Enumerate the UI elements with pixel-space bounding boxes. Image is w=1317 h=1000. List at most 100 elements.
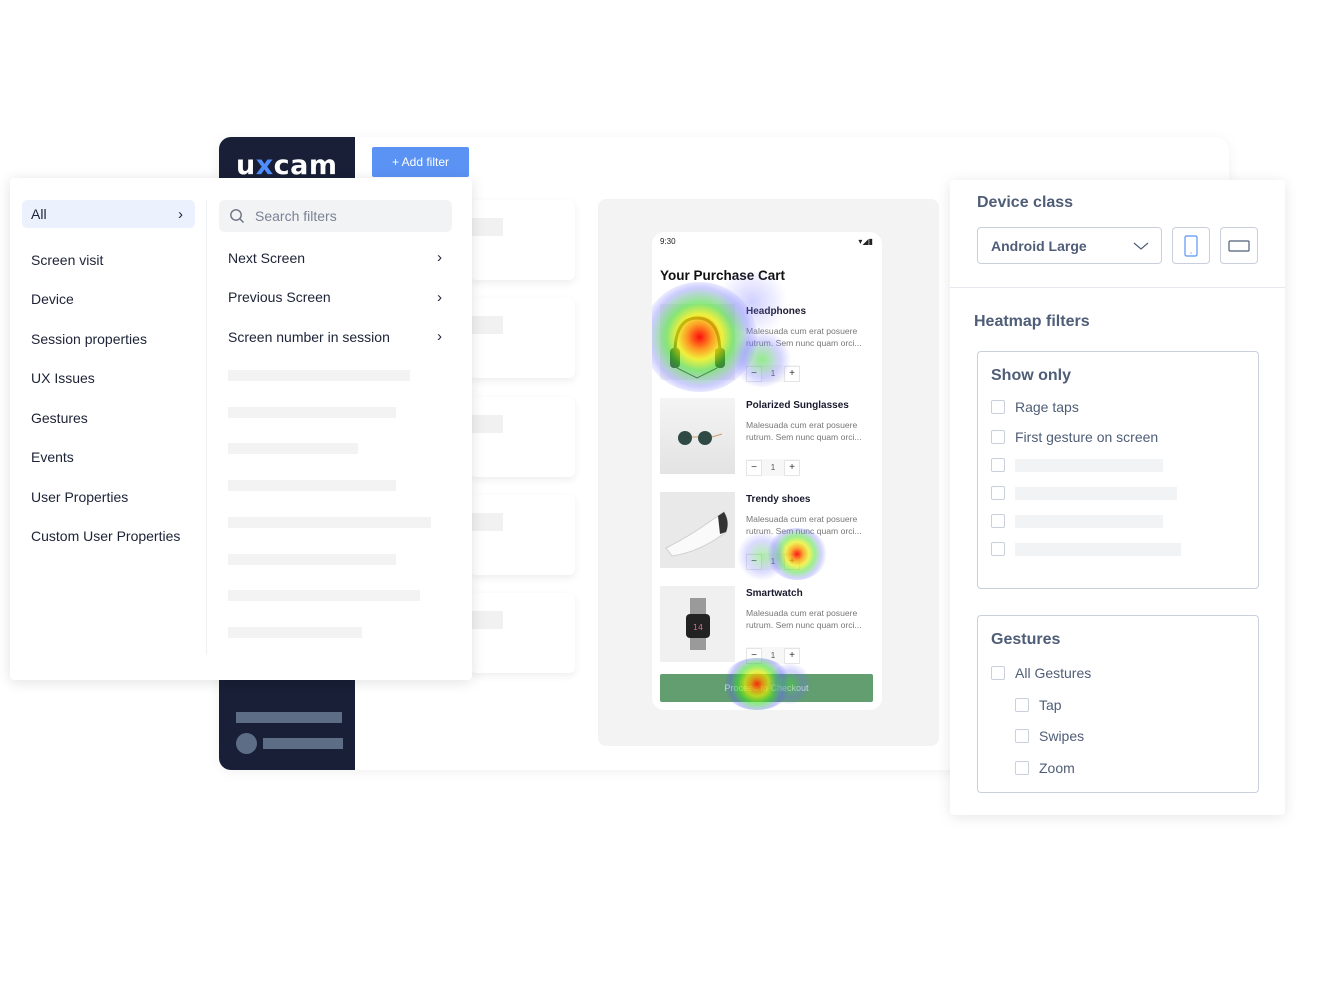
placeholder-option[interactable] (991, 542, 1181, 556)
loading-placeholder (228, 517, 431, 528)
filter-category-gestures[interactable]: Gestures (22, 398, 195, 438)
checkbox[interactable] (991, 514, 1005, 528)
checkbox[interactable] (991, 486, 1005, 500)
tap-option[interactable]: Tap (1015, 697, 1062, 713)
category-label: Device (31, 291, 74, 308)
quantity-value: 1 (770, 463, 776, 472)
session-card-placeholder (470, 200, 575, 280)
shoes-image (660, 492, 735, 568)
option-label: Screen number in session (228, 328, 390, 345)
sunglasses-image (660, 398, 735, 474)
heatmap-settings-panel: Device class Android Large Heatmap filte… (950, 180, 1285, 815)
add-filter-button[interactable]: + Add filter (372, 147, 469, 177)
placeholder-option[interactable] (991, 458, 1163, 472)
cart-item: 14 Smartwatch Malesuada cum erat posuere… (660, 586, 874, 666)
filter-category-ux-issues[interactable]: UX Issues (22, 359, 195, 399)
loading-placeholder (228, 443, 358, 454)
session-card-placeholder (470, 397, 575, 477)
uxcam-logo: uxcam (236, 150, 338, 181)
increment-button[interactable]: + (784, 553, 800, 570)
filter-category-events[interactable]: Events (22, 438, 195, 478)
quantity-stepper: − 1 + (746, 553, 800, 570)
logo-accent: x (255, 150, 274, 181)
filter-category-device[interactable]: Device (22, 280, 195, 320)
option-label: Zoom (1039, 760, 1075, 776)
portrait-orientation-button[interactable] (1172, 227, 1210, 264)
swipes-option[interactable]: Swipes (1015, 728, 1084, 744)
status-time: 9:30 (660, 237, 676, 246)
filter-popup: All › Screen visit Device Session proper… (10, 178, 472, 680)
loading-placeholder (1015, 458, 1163, 472)
cart-item: Headphones Malesuada cum erat posuere ru… (660, 304, 874, 384)
search-field[interactable] (219, 200, 452, 232)
filter-category-all[interactable]: All › (22, 200, 195, 228)
product-description: Malesuada cum erat posuere rutrum. Sem n… (746, 326, 862, 348)
filter-category-screen-visit[interactable]: Screen visit (22, 240, 195, 280)
decrement-button[interactable]: − (746, 365, 762, 382)
filter-category-user-properties[interactable]: User Properties (22, 477, 195, 517)
checkbox[interactable] (991, 400, 1005, 414)
status-icons: ▾◢▮ (858, 237, 873, 246)
gestures-group: Gestures All Gestures Tap Swipes Zoom (977, 615, 1259, 793)
loading-placeholder (228, 590, 420, 601)
search-input[interactable] (255, 208, 435, 224)
session-card-placeholder (470, 495, 575, 575)
filter-category-session-properties[interactable]: Session properties (22, 319, 195, 359)
show-only-group: Show only Rage taps First gesture on scr… (977, 351, 1259, 589)
product-name: Smartwatch (746, 588, 803, 599)
checkbox[interactable] (991, 458, 1005, 472)
device-class-title: Device class (977, 194, 1074, 211)
product-description: Malesuada cum erat posuere rutrum. Sem n… (746, 420, 862, 442)
category-label: All (31, 206, 47, 222)
checkbox[interactable] (1015, 729, 1029, 743)
logo-text: u (236, 150, 256, 181)
filter-option-next-screen[interactable]: Next Screen › (228, 238, 442, 278)
filter-option-previous-screen[interactable]: Previous Screen › (228, 278, 442, 318)
rage-taps-option[interactable]: Rage taps (991, 399, 1079, 415)
heatmap-filters-title: Heatmap filters (974, 313, 1090, 330)
checkbox[interactable] (1015, 761, 1029, 775)
checkbox[interactable] (1015, 698, 1029, 712)
zoom-option[interactable]: Zoom (1015, 760, 1075, 776)
cart-item: Polarized Sunglasses Malesuada cum erat … (660, 398, 874, 478)
chevron-right-icon: › (437, 288, 442, 306)
quantity-value: 1 (770, 651, 776, 660)
decrement-button[interactable]: − (746, 553, 762, 570)
option-label: Rage taps (1015, 399, 1079, 415)
device-class-dropdown[interactable]: Android Large (977, 227, 1162, 264)
checkbox[interactable] (991, 430, 1005, 444)
filter-category-custom-user-properties[interactable]: Custom User Properties (22, 517, 195, 557)
increment-button[interactable]: + (784, 459, 800, 476)
loading-placeholder (1015, 514, 1163, 528)
svg-text:14: 14 (693, 623, 703, 632)
checkbox[interactable] (991, 542, 1005, 556)
checkbox[interactable] (991, 666, 1005, 680)
chevron-right-icon: › (178, 205, 183, 223)
placeholder-option[interactable] (991, 486, 1177, 500)
phone-landscape-icon (1228, 239, 1250, 252)
decrement-button[interactable]: − (746, 647, 762, 664)
section-divider (950, 287, 1285, 288)
loading-placeholder (228, 627, 362, 638)
smartwatch-image: 14 (660, 586, 735, 662)
product-description: Malesuada cum erat posuere rutrum. Sem n… (746, 514, 862, 536)
filter-option-screen-number[interactable]: Screen number in session › (228, 317, 442, 357)
sidebar-placeholder-bar (236, 712, 342, 723)
filter-option-list: Next Screen › Previous Screen › Screen n… (228, 238, 442, 357)
phone-screen: 9:30 ▾◢▮ Your Purchase Cart Headphones M… (652, 232, 882, 710)
product-description: Malesuada cum erat posuere rutrum. Sem n… (746, 608, 862, 630)
first-gesture-option[interactable]: First gesture on screen (991, 429, 1158, 445)
checkout-button[interactable]: Proceed to Checkout (660, 674, 873, 702)
all-gestures-option[interactable]: All Gestures (991, 665, 1091, 681)
chevron-down-icon (1133, 242, 1149, 250)
increment-button[interactable]: + (784, 647, 800, 664)
decrement-button[interactable]: − (746, 459, 762, 476)
loading-placeholder (228, 370, 410, 381)
option-label: Swipes (1039, 728, 1085, 744)
increment-button[interactable]: + (784, 365, 800, 382)
placeholder-option[interactable] (991, 514, 1163, 528)
landscape-orientation-button[interactable] (1220, 227, 1258, 264)
option-label: Tap (1039, 697, 1062, 713)
loading-placeholder (228, 554, 396, 565)
filter-category-list: All › Screen visit Device Session proper… (22, 200, 195, 556)
